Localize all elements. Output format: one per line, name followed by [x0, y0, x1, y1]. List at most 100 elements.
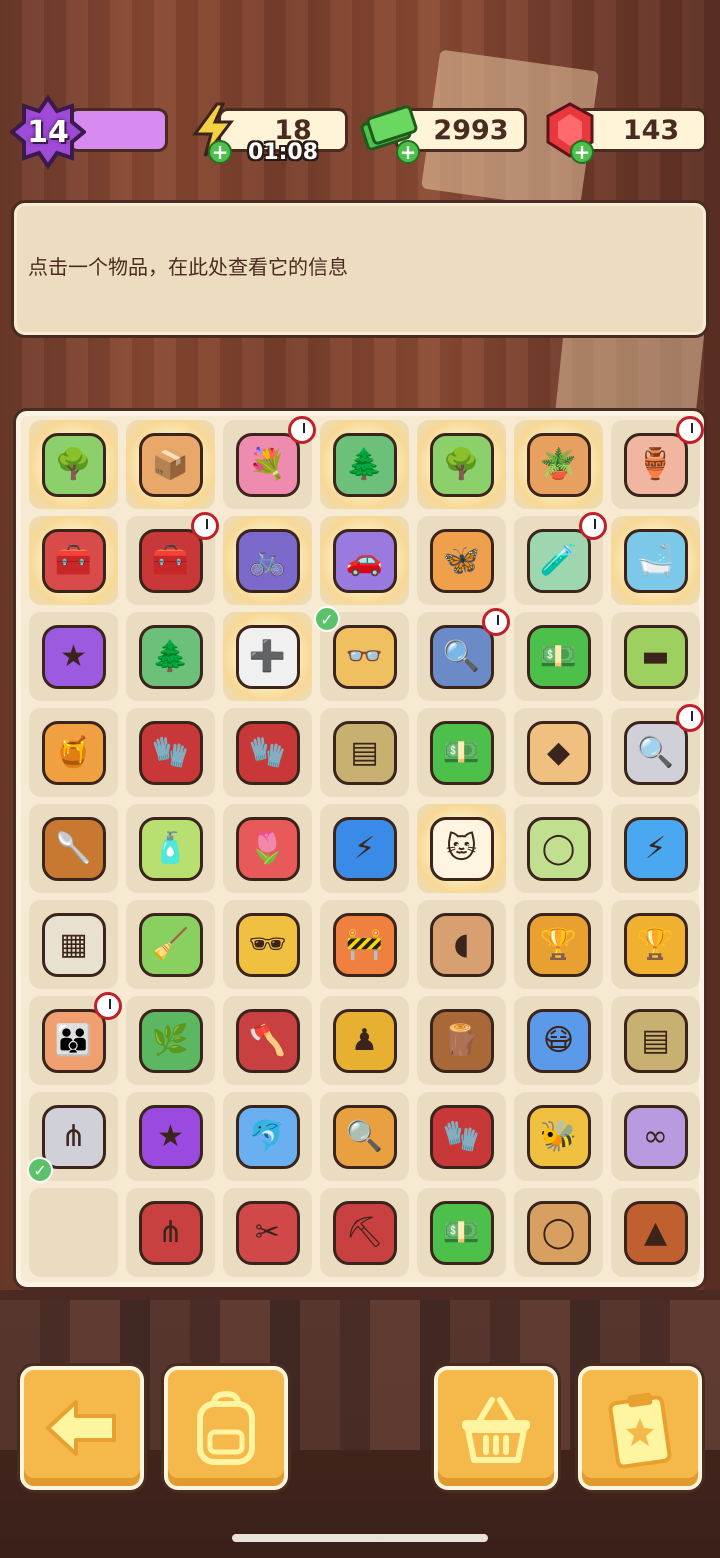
board-cell[interactable]: 🧰	[126, 512, 219, 605]
broom-item[interactable]: 🧹	[138, 912, 203, 977]
dolphin-item[interactable]: 🐬	[235, 1104, 300, 1169]
board-cell[interactable]: 🪵	[417, 996, 506, 1085]
board-cell[interactable]: 🚗	[320, 516, 409, 605]
traffic-cone-item[interactable]: ▲	[623, 1200, 688, 1265]
leaf-sprout-item[interactable]: 🌿	[138, 1008, 203, 1073]
pool-item[interactable]: 🛁	[623, 528, 688, 593]
tree-stump-item[interactable]: 🪵	[429, 1008, 494, 1073]
board-cell[interactable]: 💵	[514, 612, 603, 701]
board-cell[interactable]: 🧰	[29, 516, 118, 605]
board-cell[interactable]: ⛏	[320, 1188, 409, 1277]
lucky-cat-item[interactable]: 🐱	[429, 816, 494, 881]
small-bonsai-item[interactable]: 🌲	[138, 624, 203, 689]
axe-item[interactable]: 🪓	[235, 1008, 300, 1073]
board-cell[interactable]: ★	[126, 1092, 215, 1181]
evidence-box-item[interactable]: 🔍	[623, 720, 688, 785]
evidence-tray-item[interactable]: 🔍	[429, 624, 494, 689]
board-cell[interactable]: 🥄	[29, 804, 118, 893]
board-cell[interactable]: 🚲	[223, 516, 312, 605]
gas-mask-item[interactable]: 😷	[526, 1008, 591, 1073]
level-badge[interactable]: 14	[10, 94, 86, 170]
backpack-button[interactable]	[164, 1366, 288, 1490]
green-cushion-item[interactable]: ▬	[623, 624, 688, 689]
board-cell[interactable]: 🪓	[223, 996, 312, 1085]
board-cell[interactable]: 🌳	[29, 420, 118, 509]
board-cell[interactable]: 🏺	[611, 416, 704, 509]
road-barrier-item[interactable]: 🚧	[332, 912, 397, 977]
board-cell[interactable]: 🍯	[29, 708, 118, 797]
board-cell[interactable]: ∞	[611, 1092, 700, 1181]
board-cell[interactable]: 💵	[417, 1188, 506, 1277]
family-portrait-item[interactable]: 👪	[41, 1008, 106, 1073]
add-gems-icon[interactable]: +	[570, 140, 594, 164]
clay-shard-item[interactable]: ◖	[429, 912, 494, 977]
purple-car-item[interactable]: 🚗	[332, 528, 397, 593]
flowering-tree-item[interactable]: 🌳	[41, 432, 106, 497]
board-cell[interactable]: 🔍	[417, 608, 510, 701]
add-cash-icon[interactable]: +	[396, 140, 420, 164]
board-cell[interactable]: 🧹	[126, 900, 215, 989]
board-cell[interactable]: 🔍	[320, 1092, 409, 1181]
board-cell[interactable]: ▤	[611, 996, 700, 1085]
add-energy-icon[interactable]: +	[208, 140, 232, 164]
purple-star-item[interactable]: ★	[138, 1104, 203, 1169]
cash-pile-item[interactable]: 💵	[526, 624, 591, 689]
board-cell[interactable]: 🛁	[611, 516, 700, 605]
red-gloves-item[interactable]: 🧤	[138, 720, 203, 785]
board-cell[interactable]: 🌿	[126, 996, 215, 1085]
board-cell[interactable]: 🐝	[514, 1092, 603, 1181]
tool-chest-item[interactable]: 🧰	[138, 528, 203, 593]
board-cell[interactable]: 🚧	[320, 900, 409, 989]
herb-jar-item[interactable]: 🧪	[526, 528, 591, 593]
flower-basket-item[interactable]: 🌷	[235, 816, 300, 881]
cash-bundle-item[interactable]: 💵	[429, 1200, 494, 1265]
board-cell[interactable]: 💐	[223, 416, 316, 509]
golden-statue-item[interactable]: 🏆	[526, 912, 591, 977]
log-slice-item[interactable]: ◯	[526, 1200, 591, 1265]
bonsai-tree-item[interactable]: 🌲	[332, 432, 397, 497]
honey-dipper-item[interactable]: 🥄	[41, 816, 106, 881]
board-cell[interactable]: 🧴	[126, 804, 215, 893]
trowel-item[interactable]: ⛏	[332, 1200, 397, 1265]
board-cell[interactable]: ♟	[320, 996, 409, 1085]
board-cell[interactable]: 🧤	[126, 708, 215, 797]
board-cell[interactable]: ⚡	[320, 804, 409, 893]
board-cell[interactable]: 🧪	[514, 512, 607, 605]
board-cell[interactable]: ✂	[223, 1188, 312, 1277]
board-cell[interactable]: 😷	[514, 996, 603, 1085]
board-cell[interactable]: ⋔	[126, 1188, 215, 1277]
board-cell[interactable]: 👪	[29, 992, 122, 1085]
red-toolbox-item[interactable]: 🧰	[41, 528, 106, 593]
flowering-tree-item[interactable]: 🌳	[429, 432, 494, 497]
board-cell[interactable]: ⋔ ✓	[27, 1092, 118, 1183]
soap-bottle-item[interactable]: 🧴	[138, 816, 203, 881]
board-cell[interactable]: 🐬	[223, 1092, 312, 1181]
butterfly-item[interactable]: 🦋	[429, 528, 494, 593]
rake-item[interactable]: ⋔	[41, 1104, 106, 1169]
paper-stack-item[interactable]: ▤	[332, 720, 397, 785]
melon-item[interactable]: ◯	[526, 816, 591, 881]
board-cell[interactable]: ◖	[417, 900, 506, 989]
bicycle-item[interactable]: 🚲	[235, 528, 300, 593]
sunglasses-item[interactable]: 🕶	[235, 912, 300, 977]
board-cell[interactable]	[29, 1188, 118, 1277]
board-cell[interactable]: ▦	[29, 900, 118, 989]
board-cell[interactable]: 🧤	[223, 708, 312, 797]
home-indicator[interactable]	[232, 1534, 488, 1542]
red-gloves-item[interactable]: 🧤	[429, 1104, 494, 1169]
board-cell[interactable]: ▤	[320, 708, 409, 797]
tasks-button[interactable]	[578, 1366, 702, 1490]
energy-orb-item[interactable]: ⚡	[623, 816, 688, 881]
board-cell[interactable]: 👓 ✓	[314, 606, 409, 701]
back-button[interactable]	[20, 1366, 144, 1490]
hand-fork-item[interactable]: ⋔	[138, 1200, 203, 1265]
magnifying-glass-item[interactable]: 🔍	[332, 1104, 397, 1169]
board-cell[interactable]: 🔍	[611, 704, 704, 797]
board-cell[interactable]: 🌲	[126, 612, 215, 701]
red-gloves-item[interactable]: 🧤	[235, 720, 300, 785]
glasses-item[interactable]: 👓	[332, 624, 397, 689]
board-cell[interactable]: 🌲	[320, 420, 409, 509]
board-cell[interactable]: ▬	[611, 612, 700, 701]
board-cell[interactable]: ⚡	[611, 804, 700, 893]
first-aid-box-item[interactable]: ➕	[235, 624, 300, 689]
